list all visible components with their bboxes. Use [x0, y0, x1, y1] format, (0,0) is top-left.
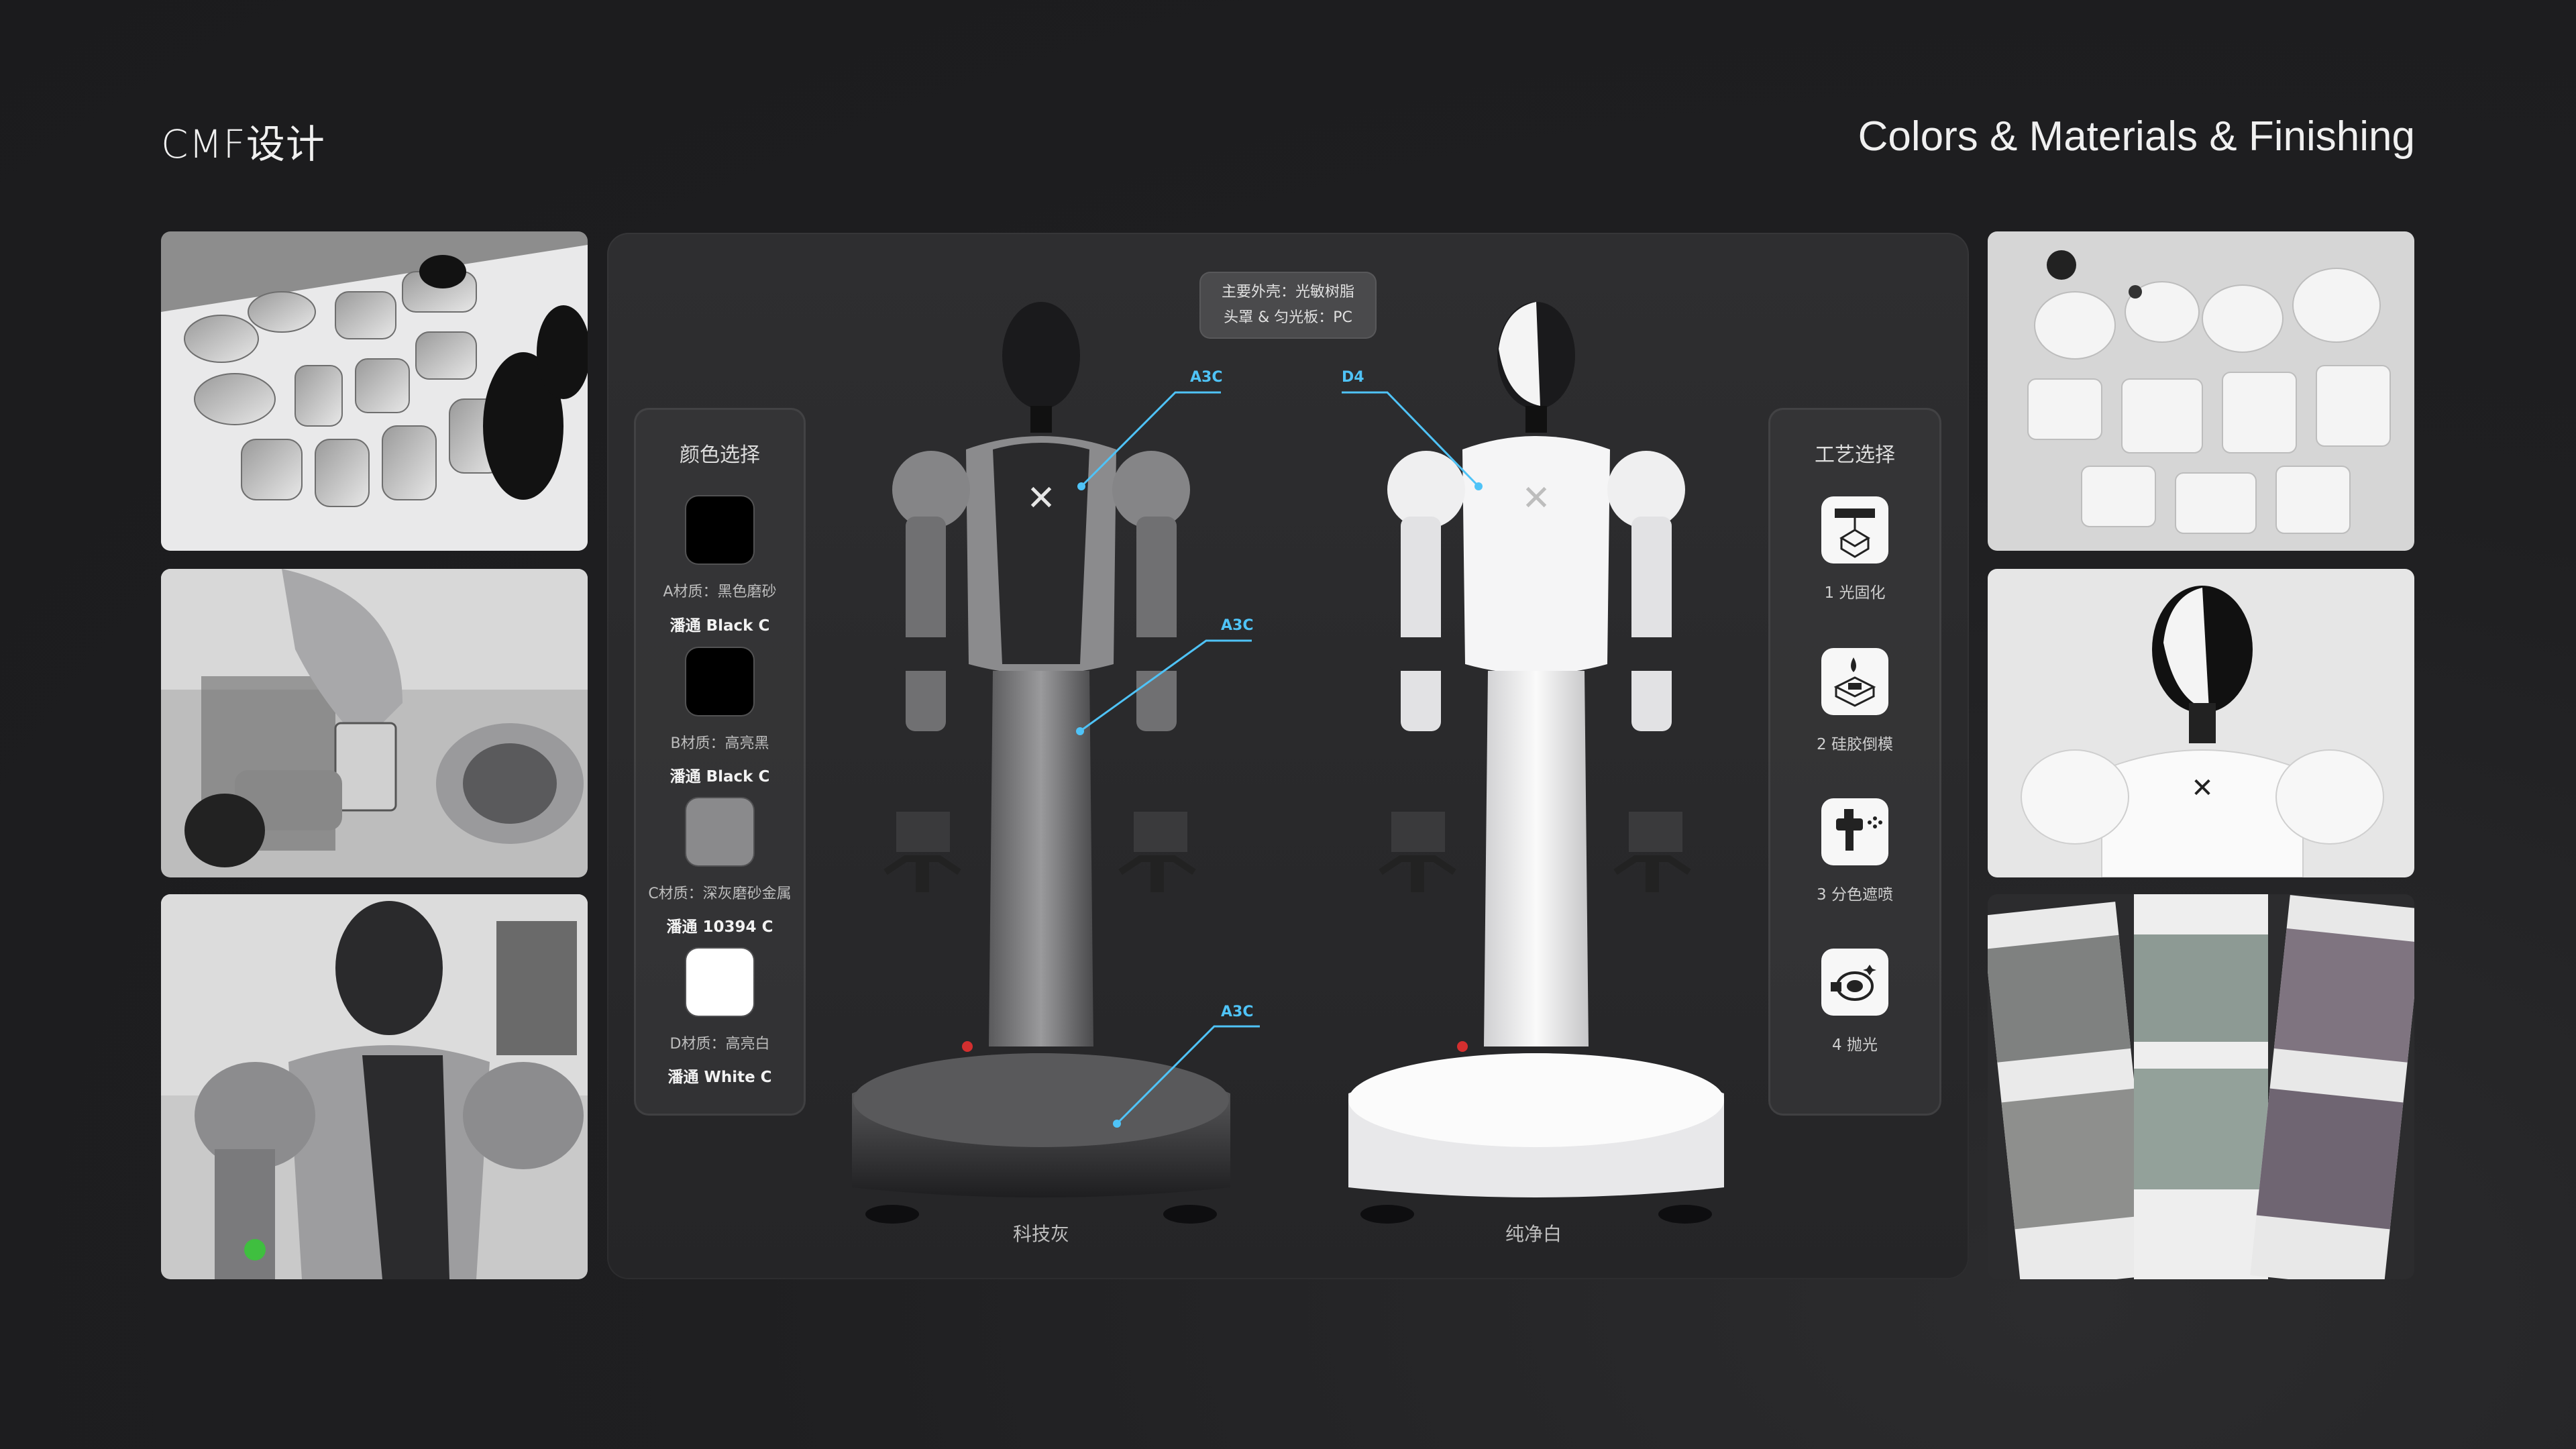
callout-d4-chest: D4 [1342, 369, 1364, 386]
callout-a3c-chest: A3C [1190, 369, 1223, 386]
variant-label-white: 纯净白 [1505, 1223, 1562, 1245]
callout-a3c-column: A3C [1221, 617, 1254, 634]
callout-lines [1076, 391, 1483, 1128]
variant-label-grey: 科技灰 [1012, 1223, 1069, 1245]
callout-a3c-base: A3C [1221, 1004, 1254, 1020]
